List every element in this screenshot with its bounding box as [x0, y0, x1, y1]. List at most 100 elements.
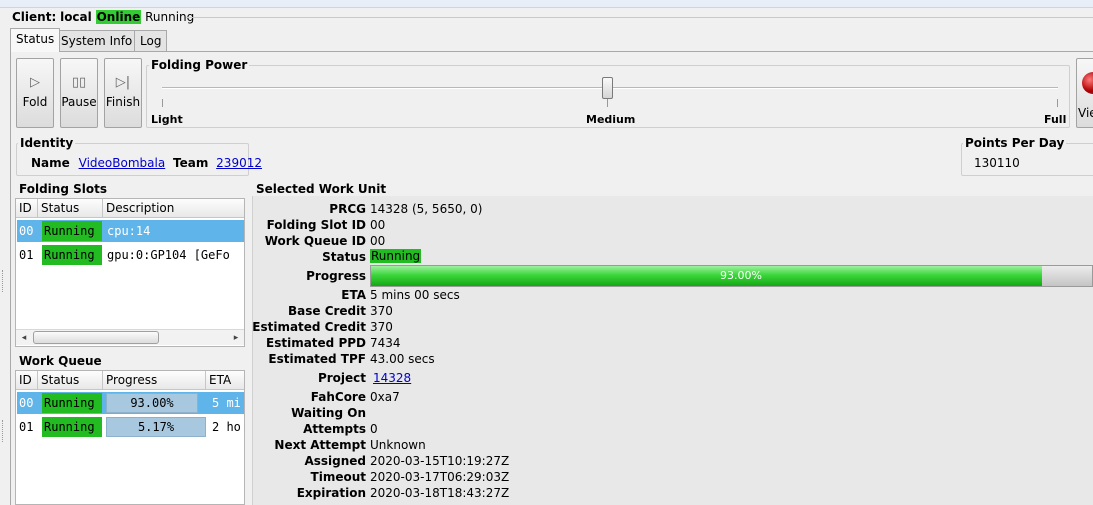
- timeout-label: Timeout: [310, 470, 366, 484]
- next-attempt-value: Unknown: [370, 438, 426, 452]
- scrollbar-thumb[interactable]: [33, 331, 159, 344]
- slider-label-light: Light: [151, 113, 183, 126]
- slot-status-running: Running: [42, 221, 102, 241]
- client-name: local: [60, 10, 92, 24]
- folding-power-slider-thumb[interactable]: [602, 77, 613, 99]
- identity-row: Name VideoBombala Team 239012: [31, 156, 262, 170]
- slider-tick-full: [1057, 99, 1058, 107]
- ppd-value: 130110: [974, 156, 1020, 170]
- client-label: Client:: [12, 10, 57, 24]
- viewer-button-label: Vie: [1078, 106, 1093, 120]
- base-credit-label: Base Credit: [287, 304, 366, 318]
- wu-progress-cell: 5.17%: [106, 417, 206, 437]
- wu-status-running: Running: [42, 417, 102, 437]
- slider-tick-light: [162, 99, 163, 107]
- expiration-value: 2020-03-18T18:43:27Z: [370, 486, 510, 500]
- wu-eta: 2 ho: [212, 420, 241, 434]
- col-status-header[interactable]: Status: [38, 199, 103, 218]
- eta-label: ETA: [341, 288, 366, 302]
- status-label: Status: [322, 250, 366, 264]
- team-label: Team: [173, 156, 209, 170]
- wu-status-running: Running: [42, 393, 102, 413]
- project-label: Project: [317, 371, 366, 385]
- scroll-right-icon[interactable]: ▸: [230, 331, 242, 345]
- status-value-running: Running: [370, 249, 422, 263]
- tab-system-info[interactable]: System Info: [55, 30, 139, 52]
- est-credit-label: Estimated Credit: [252, 320, 366, 334]
- assigned-value: 2020-03-15T10:19:27Z: [370, 454, 510, 468]
- fold-button-label: Fold: [22, 95, 48, 109]
- work-unit-title: Selected Work Unit: [254, 182, 389, 196]
- prcg-value: 14328 (5, 5650, 0): [370, 202, 483, 216]
- waiting-on-label: Waiting On: [291, 406, 366, 420]
- assigned-label: Assigned: [304, 454, 366, 468]
- identity-title: Identity: [18, 136, 76, 150]
- base-credit-value: 370: [370, 304, 393, 318]
- work-queue-title: Work Queue: [17, 354, 104, 368]
- slider-label-medium: Medium: [586, 113, 636, 126]
- attempts-label: Attempts: [303, 422, 366, 436]
- ppd-title: Points Per Day: [963, 136, 1067, 150]
- folding-slots-hscrollbar[interactable]: ◂ ▸: [16, 329, 244, 345]
- project-link[interactable]: 14328: [373, 371, 411, 385]
- wu-id: 01: [19, 420, 34, 434]
- est-tpf-value: 43.00 secs: [370, 352, 435, 366]
- col-eta-header[interactable]: ETA: [206, 371, 244, 390]
- pause-button-label: Pause: [61, 95, 97, 109]
- fahcore-value: 0xa7: [370, 390, 400, 404]
- col-id-header[interactable]: ID: [16, 199, 38, 218]
- wu-progress-cell: 93.00%: [106, 393, 198, 413]
- wu-id: 00: [19, 396, 34, 410]
- slot-id-value: 00: [370, 218, 386, 232]
- pause-button[interactable]: ▯▯ Pause: [60, 58, 98, 128]
- tab-status[interactable]: Status: [10, 28, 61, 52]
- work-queue-table: ID Status Progress ETA 00 Running 93.00%…: [15, 370, 245, 505]
- splitter-grip[interactable]: [2, 270, 5, 292]
- work-unit-progress-bar: 93.00%: [370, 265, 1093, 287]
- fahcore-label: FahCore: [310, 390, 366, 404]
- prcg-label: PRCG: [329, 202, 366, 216]
- wu-eta: 5 mi: [212, 396, 241, 410]
- tab-log[interactable]: Log: [134, 30, 168, 52]
- finish-icon: ▷|: [115, 75, 131, 90]
- slot-status-running: Running: [42, 245, 102, 265]
- next-attempt-label: Next Attempt: [274, 438, 366, 452]
- est-ppd-value: 7434: [370, 336, 401, 350]
- folding-slots-table: ID Status Description 00 Running cpu:14 …: [15, 198, 245, 347]
- expiration-label: Expiration: [296, 486, 366, 500]
- est-tpf-label: Estimated TPF: [268, 352, 366, 366]
- est-credit-value: 370: [370, 320, 393, 334]
- viewer-globe-icon: [1082, 72, 1093, 94]
- slider-label-full: Full: [1044, 113, 1067, 126]
- eta-value: 5 mins 00 secs: [370, 288, 460, 302]
- name-label: Name: [31, 156, 70, 170]
- col-status-header[interactable]: Status: [38, 371, 103, 390]
- team-link[interactable]: 239012: [216, 156, 262, 170]
- client-header: Client: local Online Running: [12, 9, 194, 26]
- queue-id-value: 00: [370, 234, 386, 248]
- timeout-value: 2020-03-17T06:29:03Z: [370, 470, 510, 484]
- connection-status-badge: Online: [95, 10, 142, 24]
- progress-text: 93.00%: [720, 269, 762, 282]
- fold-button[interactable]: ▷ Fold: [16, 58, 54, 128]
- viewer-button[interactable]: Vie: [1076, 58, 1093, 128]
- col-id-header[interactable]: ID: [16, 371, 38, 390]
- attempts-value: 0: [370, 422, 378, 436]
- scroll-left-icon[interactable]: ◂: [18, 331, 30, 345]
- progress-label: Progress: [306, 269, 366, 283]
- finish-button[interactable]: ▷| Finish: [104, 58, 142, 128]
- client-header-rule: [186, 17, 1093, 18]
- folding-power-title: Folding Power: [149, 58, 250, 72]
- slot-id-label: Folding Slot ID: [266, 218, 366, 232]
- slot-description: gpu:0:GP104 [GeFo: [107, 248, 230, 262]
- slot-description: cpu:14: [107, 224, 151, 238]
- donor-name-link[interactable]: VideoBombala: [79, 156, 166, 170]
- pause-icon: ▯▯: [71, 75, 87, 90]
- col-description-header[interactable]: Description: [103, 199, 244, 218]
- folding-slots-title: Folding Slots: [17, 182, 109, 196]
- window-top-border: [0, 0, 1093, 8]
- slot-id: 00: [19, 224, 34, 238]
- splitter-grip[interactable]: [2, 420, 5, 442]
- finish-button-label: Finish: [105, 95, 141, 109]
- col-progress-header[interactable]: Progress: [103, 371, 206, 390]
